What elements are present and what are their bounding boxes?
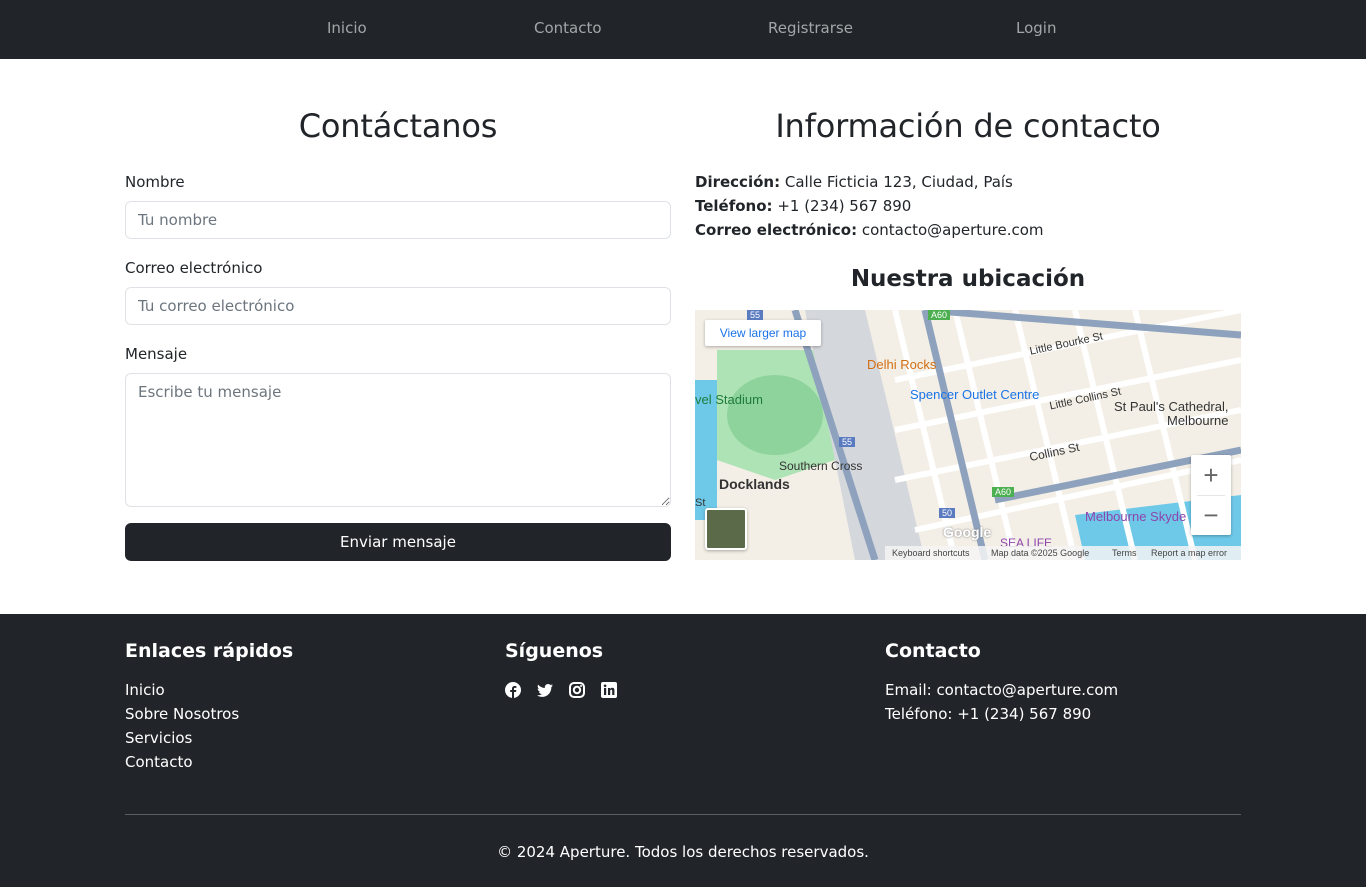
- map-label-stadium: vel Stadium: [695, 392, 763, 407]
- map-zoom-controls: + −: [1191, 455, 1231, 535]
- keyboard-shortcuts-link[interactable]: Keyboard shortcuts: [892, 546, 970, 560]
- address-label: Dirección:: [695, 173, 781, 191]
- map-label-southern-cross: Southern Cross: [779, 459, 863, 473]
- quick-links-title: Enlaces rápidos: [125, 640, 294, 662]
- footer-link-inicio[interactable]: Inicio: [125, 681, 165, 699]
- contact-info-title: Información de contacto: [775, 107, 1161, 145]
- zoom-in-button[interactable]: +: [1191, 455, 1231, 495]
- name-label: Nombre: [125, 173, 185, 191]
- map-route-a60-top: A60: [928, 310, 951, 320]
- footer-divider: [125, 814, 1241, 815]
- copyright-text: © 2024 Aperture. Todos los derechos rese…: [497, 843, 869, 861]
- address-value: Calle Ficticia 123, Ciudad, País: [784, 173, 1013, 191]
- zoom-separator: [1197, 495, 1225, 496]
- footer-link-contacto[interactable]: Contacto: [125, 753, 193, 771]
- report-map-error-link[interactable]: Report a map error: [1151, 546, 1227, 560]
- instagram-icon[interactable]: [569, 682, 585, 698]
- facebook-icon[interactable]: [505, 682, 521, 698]
- nav-link-inicio[interactable]: Inicio: [327, 19, 367, 37]
- zoom-out-button[interactable]: −: [1191, 495, 1231, 535]
- nav-link-login[interactable]: Login: [1016, 19, 1056, 37]
- contact-form-title: Contáctanos: [298, 107, 498, 145]
- address-line: Dirección: Calle Ficticia 123, Ciudad, P…: [695, 173, 1013, 191]
- map-label-spencer: Spencer Outlet Centre: [910, 387, 1040, 402]
- footer-contact-email: Email: contacto@aperture.com: [885, 681, 1119, 699]
- phone-line: Teléfono: +1 (234) 567 890: [695, 197, 911, 215]
- footer-link-sobre-nosotros[interactable]: Sobre Nosotros: [125, 705, 239, 723]
- map-label-skydeck: Melbourne Skyde: [1085, 509, 1187, 524]
- message-label: Mensaje: [125, 345, 188, 363]
- email-label: Correo electrónico: [125, 259, 263, 277]
- nav-link-registrarse[interactable]: Registrarse: [768, 19, 853, 37]
- phone-label: Teléfono:: [695, 197, 773, 215]
- embedded-map[interactable]: View larger map Delhi Rocks Spencer Outl…: [695, 310, 1241, 560]
- map-route-55-mid: 55: [839, 437, 856, 447]
- main-content: Contáctanos Nombre Correo electrónico Me…: [0, 59, 1366, 614]
- footer-contact-title: Contacto: [885, 640, 981, 662]
- map-attribution-bar: Keyboard shortcuts Map data ©2025 Google…: [885, 546, 1241, 560]
- view-larger-map-link[interactable]: View larger map: [705, 320, 821, 346]
- email-line: Correo electrónico: contacto@aperture.co…: [695, 221, 1044, 239]
- map-label-st-pauls-2: Melbourne: [1167, 413, 1229, 428]
- map-data-text: Map data ©2025 Google: [991, 548, 1090, 558]
- email-input[interactable]: [125, 287, 671, 325]
- map-route-a60-bottom: A60: [992, 487, 1015, 497]
- map-satellite-toggle[interactable]: [705, 508, 747, 550]
- map-label-delhi: Delhi Rocks: [867, 357, 937, 372]
- email-info-label: Correo electrónico:: [695, 221, 858, 239]
- submit-button[interactable]: Enviar mensaje: [125, 523, 671, 561]
- site-footer: Enlaces rápidos Inicio Sobre Nosotros Se…: [0, 614, 1366, 887]
- phone-value: +1 (234) 567 890: [777, 197, 912, 215]
- map-label-st-pauls-1: St Paul's Cathedral,: [1114, 399, 1229, 414]
- map-stadium-shape: [727, 375, 823, 455]
- email-info-value: contacto@aperture.com: [861, 221, 1044, 239]
- footer-contact-phone: Teléfono: +1 (234) 567 890: [885, 705, 1092, 723]
- map-route-55-top: 55: [747, 310, 764, 320]
- map-label-docklands: Docklands: [719, 476, 790, 492]
- top-navbar: Inicio Contacto Registrarse Login: [0, 0, 1366, 59]
- name-input[interactable]: [125, 201, 671, 239]
- linkedin-icon[interactable]: [601, 682, 617, 698]
- twitter-icon[interactable]: [537, 682, 553, 698]
- follow-us-title: Síguenos: [505, 640, 604, 662]
- footer-link-servicios[interactable]: Servicios: [125, 729, 192, 747]
- message-textarea[interactable]: [125, 373, 671, 507]
- map-title: Nuestra ubicación: [850, 266, 1086, 292]
- map-route-50: 50: [939, 508, 956, 518]
- map-label-st-fragment: St: [695, 497, 706, 509]
- nav-link-contacto[interactable]: Contacto: [534, 19, 602, 37]
- google-logo: Google: [943, 524, 992, 540]
- terms-link[interactable]: Terms: [1112, 546, 1137, 560]
